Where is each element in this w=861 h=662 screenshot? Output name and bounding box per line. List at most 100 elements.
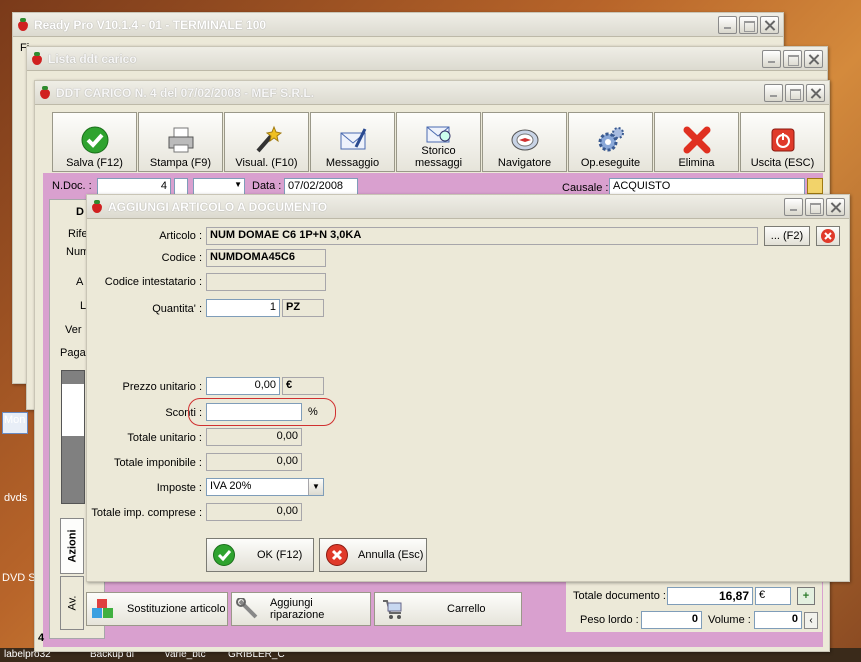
- message-history-button[interactable]: Storico messaggi: [396, 112, 481, 172]
- replace-article-button[interactable]: Sostituzione articolo: [86, 592, 228, 626]
- totale-unitario-field: 0,00: [206, 428, 302, 446]
- add-repair-button[interactable]: Aggiungi riparazione: [231, 592, 371, 626]
- chevron-down-icon[interactable]: ▼: [308, 479, 323, 495]
- unit-field: PZ: [282, 299, 324, 317]
- check-icon: [213, 544, 235, 566]
- list-window-titlebar[interactable]: Lista ddt carico: [27, 47, 827, 71]
- desktop-icon-label[interactable]: Mon: [4, 414, 25, 426]
- cart-button[interactable]: Carrello: [374, 592, 522, 626]
- fragment-label-paga: Paga: [60, 347, 86, 359]
- quantita-label: Quantita' :: [152, 303, 202, 315]
- close-button[interactable]: [806, 84, 825, 102]
- codice-label: Codice :: [161, 252, 202, 264]
- ddt-toolbar: Salva (F12) Stampa (F9) Visual. (F10) Me…: [52, 112, 825, 172]
- delete-button[interactable]: Elimina: [654, 112, 739, 172]
- message-button[interactable]: Messaggio: [310, 112, 395, 172]
- tab-azioni[interactable]: Azioni: [60, 518, 84, 574]
- maximize-button[interactable]: [739, 16, 758, 34]
- check-icon: [80, 125, 110, 155]
- clear-article-button[interactable]: [816, 226, 840, 246]
- sconti-label: Sconti :: [165, 407, 202, 419]
- maximize-button[interactable]: [805, 198, 824, 216]
- totale-imponibile-label: Totale imponibile :: [113, 457, 202, 469]
- strawberry-icon: [31, 52, 43, 65]
- data-label: Data :: [252, 180, 282, 192]
- peso-lordo-field[interactable]: 0: [641, 611, 702, 629]
- desktop-icon-label[interactable]: dvds: [4, 492, 27, 504]
- prezzo-currency-field: €: [282, 377, 324, 395]
- codice-intestatario-label: Codice intestatario :: [104, 276, 202, 288]
- minimize-button[interactable]: [762, 50, 781, 68]
- gears-icon: [596, 125, 626, 155]
- folder-icon[interactable]: [807, 178, 823, 194]
- quantita-field[interactable]: 1: [206, 299, 280, 317]
- imposte-select[interactable]: IVA 20% ▼: [206, 478, 324, 496]
- operations-done-button[interactable]: Op.eseguite: [568, 112, 653, 172]
- tab-avanzate[interactable]: Av.: [60, 576, 84, 630]
- strawberry-icon: [17, 18, 29, 31]
- ddt-window-title: DDT CARICO N. 4 del 07/02/2008 - MEF S.R…: [56, 85, 315, 100]
- cancel-circle-icon: [821, 229, 835, 243]
- grid-rows: [62, 384, 84, 436]
- totale-imponibile-field: 0,00: [206, 453, 302, 471]
- totale-documento-field: 16,87: [667, 587, 753, 605]
- riferimento-label: Rife: [68, 228, 88, 240]
- totale-imp-comprese-label: Totale imp. comprese :: [91, 507, 202, 519]
- causale-label: Causale :: [562, 182, 609, 194]
- strawberry-icon: [91, 200, 103, 213]
- totale-unitario-label: Totale unitario :: [127, 432, 202, 444]
- dialog-titlebar[interactable]: AGGIUNGI ARTICOLO A DOCUMENTO: [87, 195, 849, 219]
- prezzo-unitario-field[interactable]: 0,00: [206, 377, 280, 395]
- fragment-label-a: A: [76, 276, 84, 288]
- preview-button[interactable]: Visual. (F10): [224, 112, 309, 172]
- strawberry-icon: [39, 86, 51, 99]
- maximize-button[interactable]: [783, 50, 802, 68]
- ok-button[interactable]: OK (F12): [206, 538, 314, 572]
- prezzo-unitario-label: Prezzo unitario :: [122, 381, 202, 393]
- minimize-button[interactable]: [784, 198, 803, 216]
- envelope-search-icon: [424, 123, 454, 145]
- codice-field[interactable]: NUMDOMA45C6: [206, 249, 326, 267]
- articolo-label: Articolo :: [159, 230, 202, 242]
- main-window-title: Ready Pro V10.1.4 - 01 - TERMINALE 100: [34, 17, 267, 32]
- dialog-title: AGGIUNGI ARTICOLO A DOCUMENTO: [108, 199, 328, 214]
- bottom-left-digit: 4: [38, 632, 45, 644]
- delete-x-icon: [682, 125, 712, 155]
- ddt-window-titlebar[interactable]: DDT CARICO N. 4 del 07/02/2008 - MEF S.R…: [35, 81, 829, 105]
- cart-icon: [383, 600, 402, 619]
- printer-icon: [166, 125, 196, 155]
- minimize-button[interactable]: [764, 84, 783, 102]
- list-window-title: Lista ddt carico: [48, 51, 137, 66]
- close-button[interactable]: [804, 50, 823, 68]
- cancel-button[interactable]: Annulla (Esc): [319, 538, 427, 572]
- main-window-titlebar[interactable]: Ready Pro V10.1.4 - 01 - TERMINALE 100: [13, 13, 783, 37]
- volume-label: Volume :: [708, 614, 751, 626]
- save-button[interactable]: Salva (F12): [52, 112, 137, 172]
- wrench-icon: [236, 598, 258, 619]
- minimize-button[interactable]: [718, 16, 737, 34]
- close-button[interactable]: [760, 16, 779, 34]
- imposte-value: IVA 20%: [210, 480, 252, 492]
- chevron-down-icon: ▼: [234, 180, 242, 189]
- highlight-ring: [188, 398, 336, 426]
- totale-documento-label: Totale documento :: [573, 590, 666, 602]
- articolo-field[interactable]: NUM DOMAE C6 1P+N 3,0KA: [206, 227, 758, 245]
- tab-fragment[interactable]: D: [76, 206, 84, 218]
- scroll-left-icon[interactable]: ‹: [804, 612, 818, 629]
- ndoc-label: N.Doc. :: [52, 180, 92, 192]
- print-button[interactable]: Stampa (F9): [138, 112, 223, 172]
- exit-button[interactable]: Uscita (ESC): [740, 112, 825, 172]
- imposte-label: Imposte :: [156, 482, 202, 494]
- compass-icon: [510, 125, 540, 155]
- article-lookup-button[interactable]: ... (F2): [764, 226, 810, 246]
- navigator-button[interactable]: Navigatore: [482, 112, 567, 172]
- volume-field[interactable]: 0: [754, 611, 802, 629]
- exit-icon: [768, 125, 798, 155]
- zoom-plus-icon[interactable]: +: [797, 587, 815, 605]
- totale-imp-comprese-field: 0,00: [206, 503, 302, 521]
- desktop-icon-label[interactable]: DVD S: [2, 572, 36, 584]
- peso-lordo-label: Peso lordo :: [580, 614, 639, 626]
- codice-intestatario-field[interactable]: [206, 273, 326, 291]
- close-button[interactable]: [826, 198, 845, 216]
- maximize-button[interactable]: [785, 84, 804, 102]
